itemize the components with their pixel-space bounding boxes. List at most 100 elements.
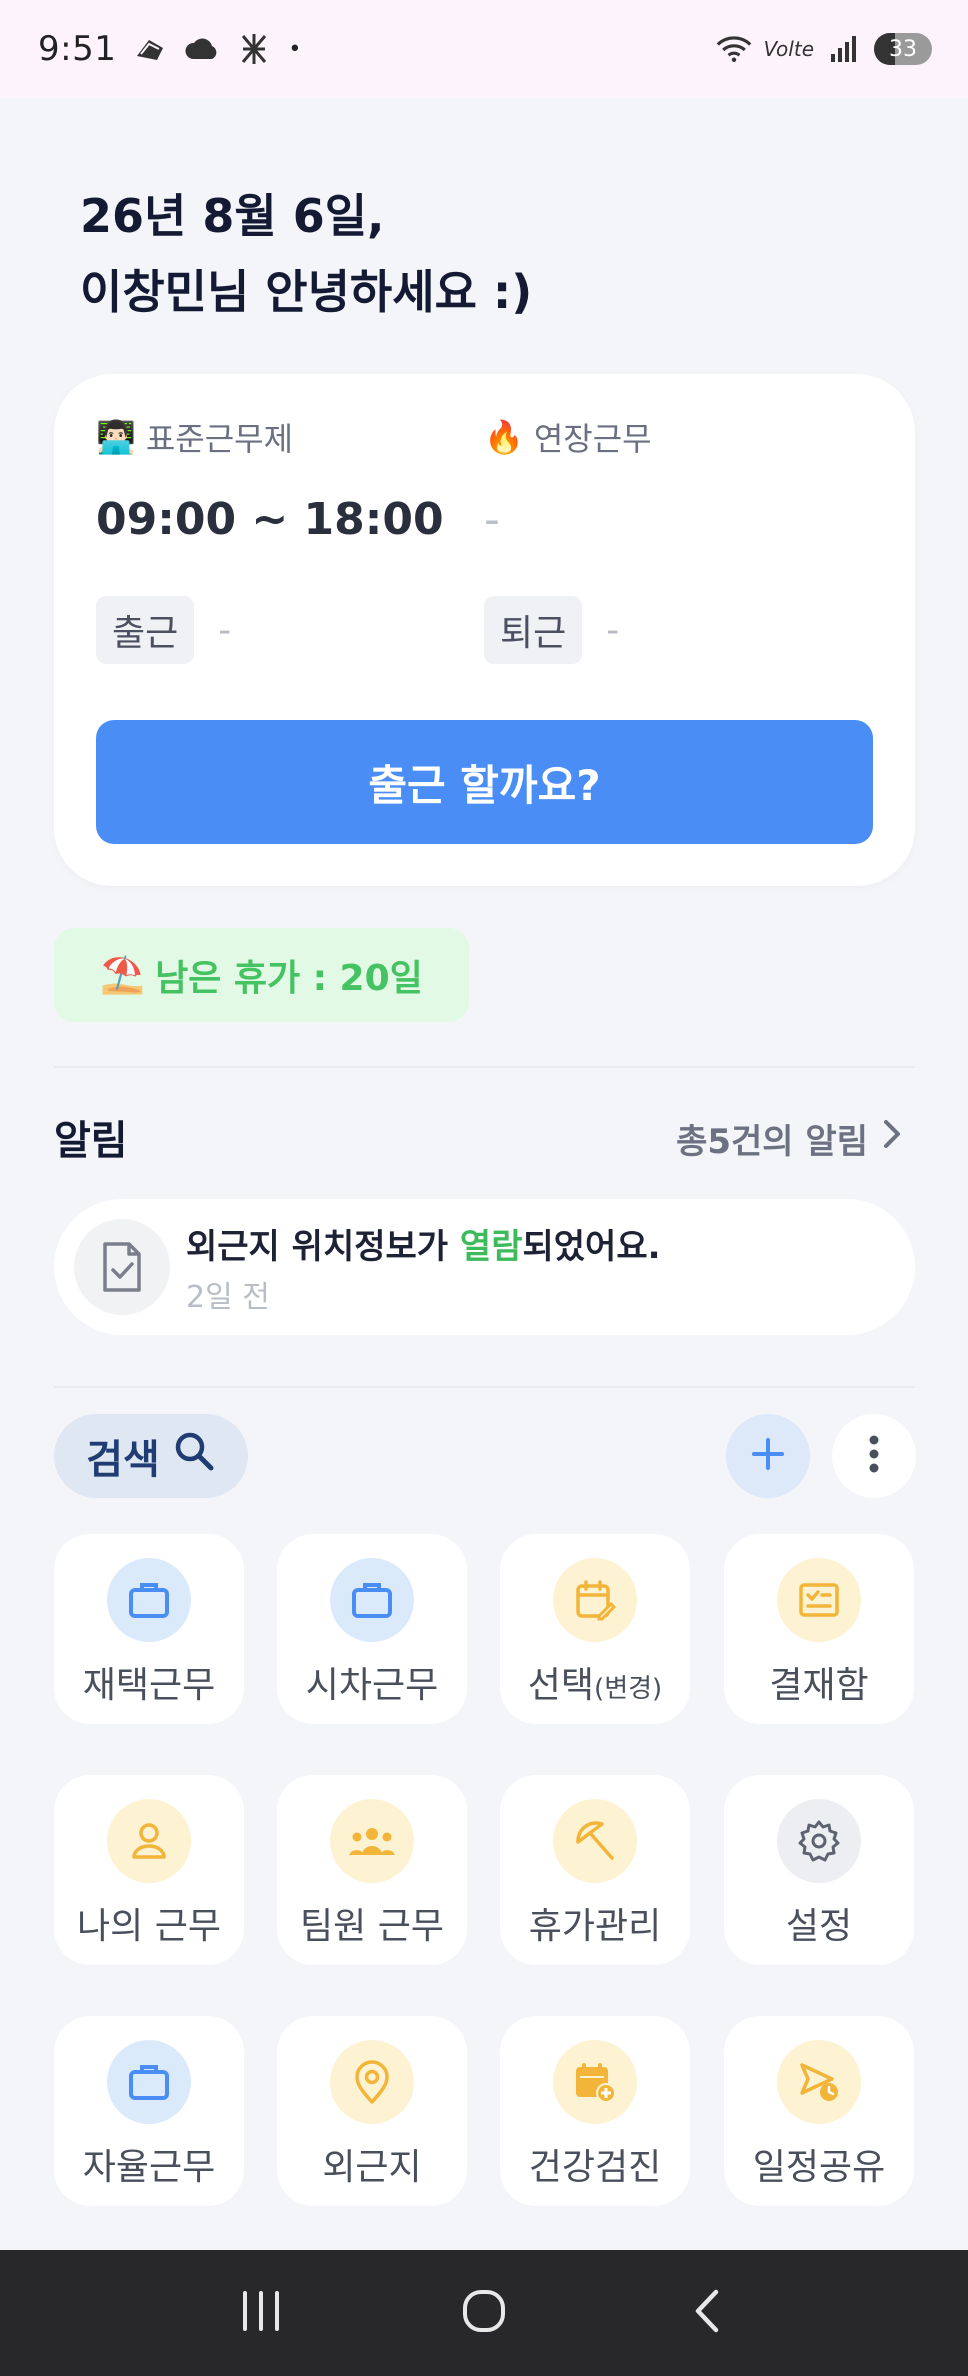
- work-hours: 09:00 ~ 18:00: [96, 494, 444, 545]
- gear-icon: [777, 1799, 861, 1883]
- search-label: 검색: [86, 1437, 160, 1483]
- greeting-date: 26년 8월 6일,: [80, 189, 385, 243]
- battery-level: 33: [889, 36, 917, 62]
- notification-text: 외근지 위치정보가 열람되었어요. 2일 전: [186, 1219, 661, 1316]
- tile-team-work[interactable]: 팀원 근무: [277, 1775, 467, 1965]
- tile-label: 건강검진: [528, 2147, 662, 2188]
- remaining-leave-text: 남은 휴가 : 20일: [155, 958, 423, 999]
- fire-icon: 🔥: [484, 418, 524, 456]
- wifi-icon: [716, 31, 752, 67]
- person-icon: [107, 1799, 191, 1883]
- back-button[interactable]: [667, 2273, 747, 2353]
- overtime-section: 🔥 연장근무 -: [484, 414, 652, 545]
- tile-my-work[interactable]: 나의 근무: [54, 1775, 244, 1965]
- tile-remote-work[interactable]: 재택근무: [54, 1534, 244, 1724]
- work-type-label: 👨🏻‍💻 표준근무제: [96, 414, 444, 460]
- search-button[interactable]: 검색: [54, 1414, 248, 1498]
- home-button[interactable]: [444, 2273, 524, 2353]
- tile-selective-work[interactable]: 선택(변경): [500, 1534, 690, 1724]
- battery-icon: 33: [874, 33, 932, 65]
- work-type-section: 👨🏻‍💻 표준근무제 09:00 ~ 18:00: [96, 414, 444, 545]
- document-check-icon: [74, 1219, 170, 1315]
- greeting: 26년 8월 6일, 이창민님 안녕하세요 :): [80, 178, 532, 330]
- chevron-right-icon: [882, 1118, 902, 1159]
- clock-in-chip: 출근: [96, 596, 195, 664]
- approval-icon: [777, 1558, 861, 1642]
- tile-schedule-share[interactable]: 일정공유: [724, 2016, 914, 2206]
- notification-message: 외근지 위치정보가 열람되었어요.: [186, 1226, 661, 1267]
- tile-label: 설정: [785, 1906, 853, 1947]
- divider: [54, 1386, 915, 1388]
- recent-apps-button[interactable]: [221, 2273, 301, 2353]
- gallery-icon: [132, 31, 168, 67]
- share-schedule-icon: [777, 2040, 861, 2124]
- divider: [54, 1066, 915, 1068]
- tile-label: 선택(변경): [527, 1665, 663, 1706]
- clock-in-value: -: [218, 609, 232, 651]
- search-icon: [172, 1429, 216, 1483]
- status-right: Volte 33: [716, 31, 932, 67]
- clock-out-row: 퇴근 -: [484, 596, 619, 664]
- tile-label: 휴가관리: [528, 1906, 662, 1947]
- developer-icon: 👨🏻‍💻: [96, 418, 136, 456]
- clock-out-chip: 퇴근: [484, 596, 583, 664]
- tile-label: 일정공유: [752, 2147, 886, 2188]
- tile-label: 외근지: [322, 2147, 422, 2188]
- tile-leave-management[interactable]: 휴가관리: [500, 1775, 690, 1965]
- health-calendar-icon: [553, 2040, 637, 2124]
- notification-time: 2일 전: [186, 1279, 270, 1315]
- network-type: Volte: [763, 37, 814, 61]
- overtime-value: -: [484, 494, 500, 545]
- status-left: 9:51 •: [38, 29, 301, 69]
- beach-umbrella-icon: ⛱️: [100, 955, 146, 996]
- cloud-icon: [184, 31, 220, 67]
- clock-out-value: -: [606, 609, 620, 651]
- more-options-button[interactable]: [832, 1414, 916, 1498]
- tile-label: 팀원 근무: [300, 1906, 444, 1947]
- tile-flex-time[interactable]: 시차근무: [277, 1534, 467, 1724]
- tile-settings[interactable]: 설정: [724, 1775, 914, 1965]
- tile-label: 재택근무: [82, 1665, 216, 1706]
- clock-in-button[interactable]: 출근 할까요?: [96, 720, 873, 844]
- work-type-text: 표준근무제: [145, 420, 294, 458]
- notification-item[interactable]: 외근지 위치정보가 열람되었어요. 2일 전: [54, 1199, 915, 1335]
- tile-label: 결재함: [769, 1665, 869, 1706]
- briefcase-icon: [330, 1558, 414, 1642]
- home-icon: [461, 2288, 507, 2338]
- back-icon: [692, 2288, 722, 2338]
- team-icon: [330, 1799, 414, 1883]
- tile-field-location[interactable]: 외근지: [277, 2016, 467, 2206]
- calendar-edit-icon: [553, 1558, 637, 1642]
- tile-autonomous-work[interactable]: 자율근무: [54, 2016, 244, 2206]
- recent-apps-icon: [239, 2291, 283, 2335]
- tile-label: 나의 근무: [77, 1906, 221, 1947]
- work-status-card: 👨🏻‍💻 표준근무제 09:00 ~ 18:00 🔥 연장근무 - 출근 - 퇴…: [54, 374, 915, 886]
- briefcase-icon: [107, 1558, 191, 1642]
- notifications-title: 알림: [54, 1118, 128, 1164]
- tile-health-checkup[interactable]: 건강검진: [500, 2016, 690, 2206]
- notifications-total-text: 총5건의 알림: [676, 1122, 868, 1162]
- status-time: 9:51: [38, 29, 117, 69]
- greeting-message: 이창민님 안녕하세요 :): [80, 265, 533, 319]
- add-button[interactable]: [726, 1414, 810, 1498]
- plus-icon: [750, 1436, 786, 1476]
- status-bar: 9:51 • Volte 33: [0, 0, 968, 98]
- signal-icon: [826, 31, 862, 67]
- remaining-leave-badge[interactable]: ⛱️ 남은 휴가 : 20일: [54, 928, 469, 1022]
- tile-label: 자율근무: [82, 2147, 216, 2188]
- notifications-total-link[interactable]: 총5건의 알림: [676, 1114, 902, 1163]
- umbrella-icon: [553, 1799, 637, 1883]
- notification-highlight: 열람: [459, 1226, 523, 1267]
- tile-sub-label: (변경): [594, 1674, 663, 1704]
- more-vertical-icon: [868, 1434, 880, 1478]
- app-icon: [236, 31, 272, 67]
- clock-in-row: 출근 -: [96, 596, 231, 664]
- overtime-label: 🔥 연장근무: [484, 414, 652, 460]
- tile-approval-box[interactable]: 결재함: [724, 1534, 914, 1724]
- tile-label: 시차근무: [305, 1665, 439, 1706]
- overtime-text: 연장근무: [533, 420, 652, 458]
- system-nav-bar: [0, 2250, 968, 2376]
- location-pin-icon: [330, 2040, 414, 2124]
- briefcase-icon: [107, 2040, 191, 2124]
- status-dot: •: [288, 36, 302, 62]
